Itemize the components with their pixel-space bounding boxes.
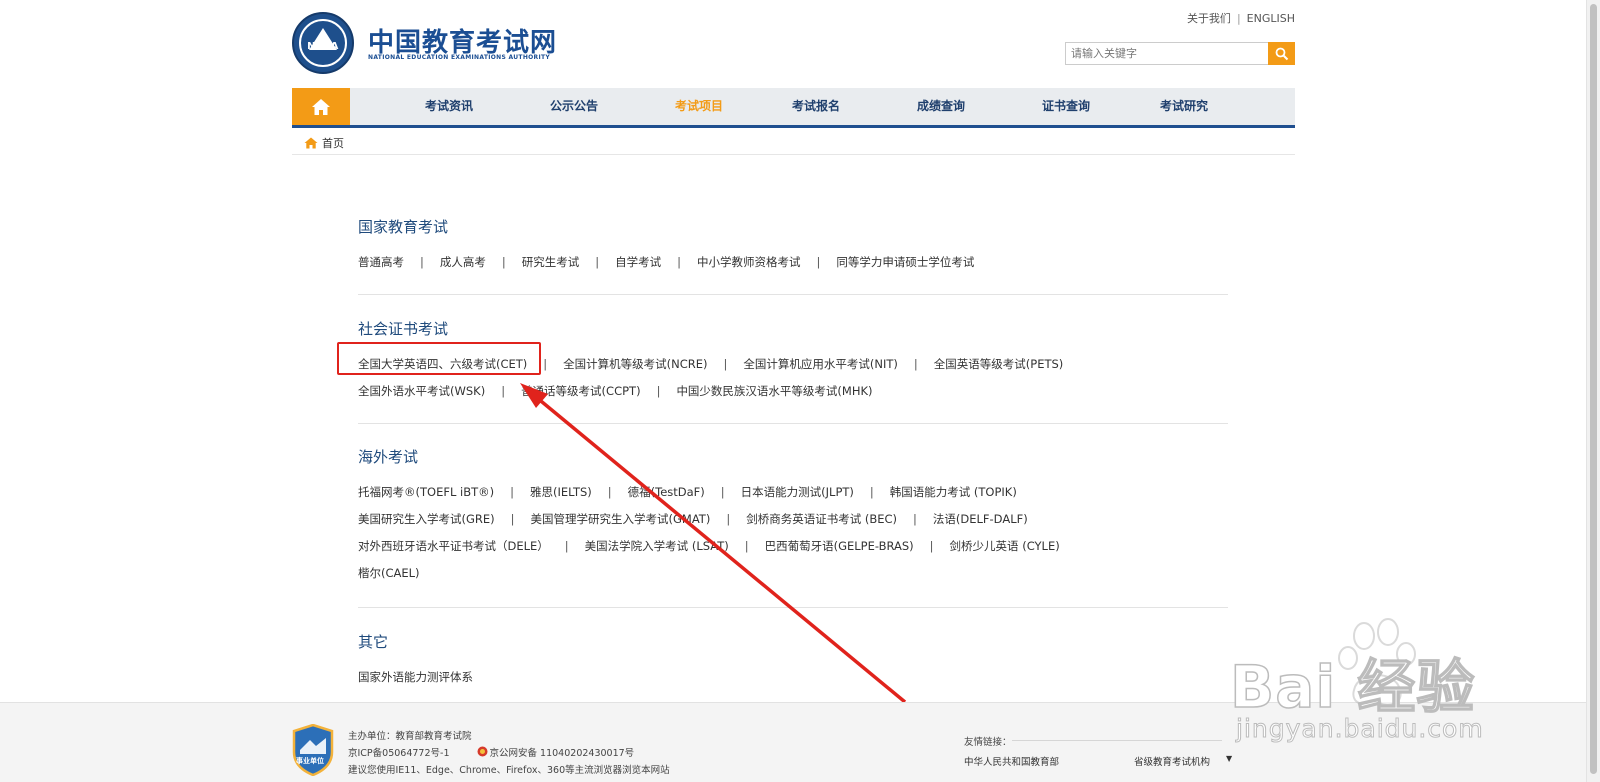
provincial-exam-dropdown[interactable]: 省级教育考试机构 (1134, 754, 1210, 768)
vertical-scrollbar[interactable] (1586, 0, 1600, 782)
police-badge-icon (477, 746, 488, 757)
page: NEEA 中国教育考试网 NATIONAL EDUCATION EXAMINAT… (0, 0, 1600, 782)
watermark-text: Bai 经验 (1229, 652, 1476, 722)
watermark-url: jingyan.baidu.com (1236, 714, 1484, 744)
footer-sponsor: 主办单位：教育部教育考试院 (348, 731, 472, 742)
police-record-link[interactable]: 京公网安备 11040202430017号 (490, 748, 635, 759)
friend-link-moe[interactable]: 中华人民共和国教育部 (964, 754, 1059, 768)
badge-text: 事业单位 (296, 757, 324, 765)
icp-link[interactable]: 京ICP备05064772号-1 (348, 748, 450, 759)
friend-links-divider (1012, 740, 1222, 741)
footer-browser-tip: 建议您使用IE11、Edge、Chrome、Firefox、360等主流浏览器浏… (348, 765, 670, 776)
police-record: 京公网安备 11040202430017号 (477, 745, 635, 759)
footer-icp: 京ICP备05064772号-1 京公网安备 11040202430017号 (348, 745, 634, 759)
scrollbar-thumb[interactable] (1590, 4, 1597, 774)
public-institution-badge-icon (292, 724, 334, 776)
friend-links-label: 友情链接： (964, 737, 1012, 748)
